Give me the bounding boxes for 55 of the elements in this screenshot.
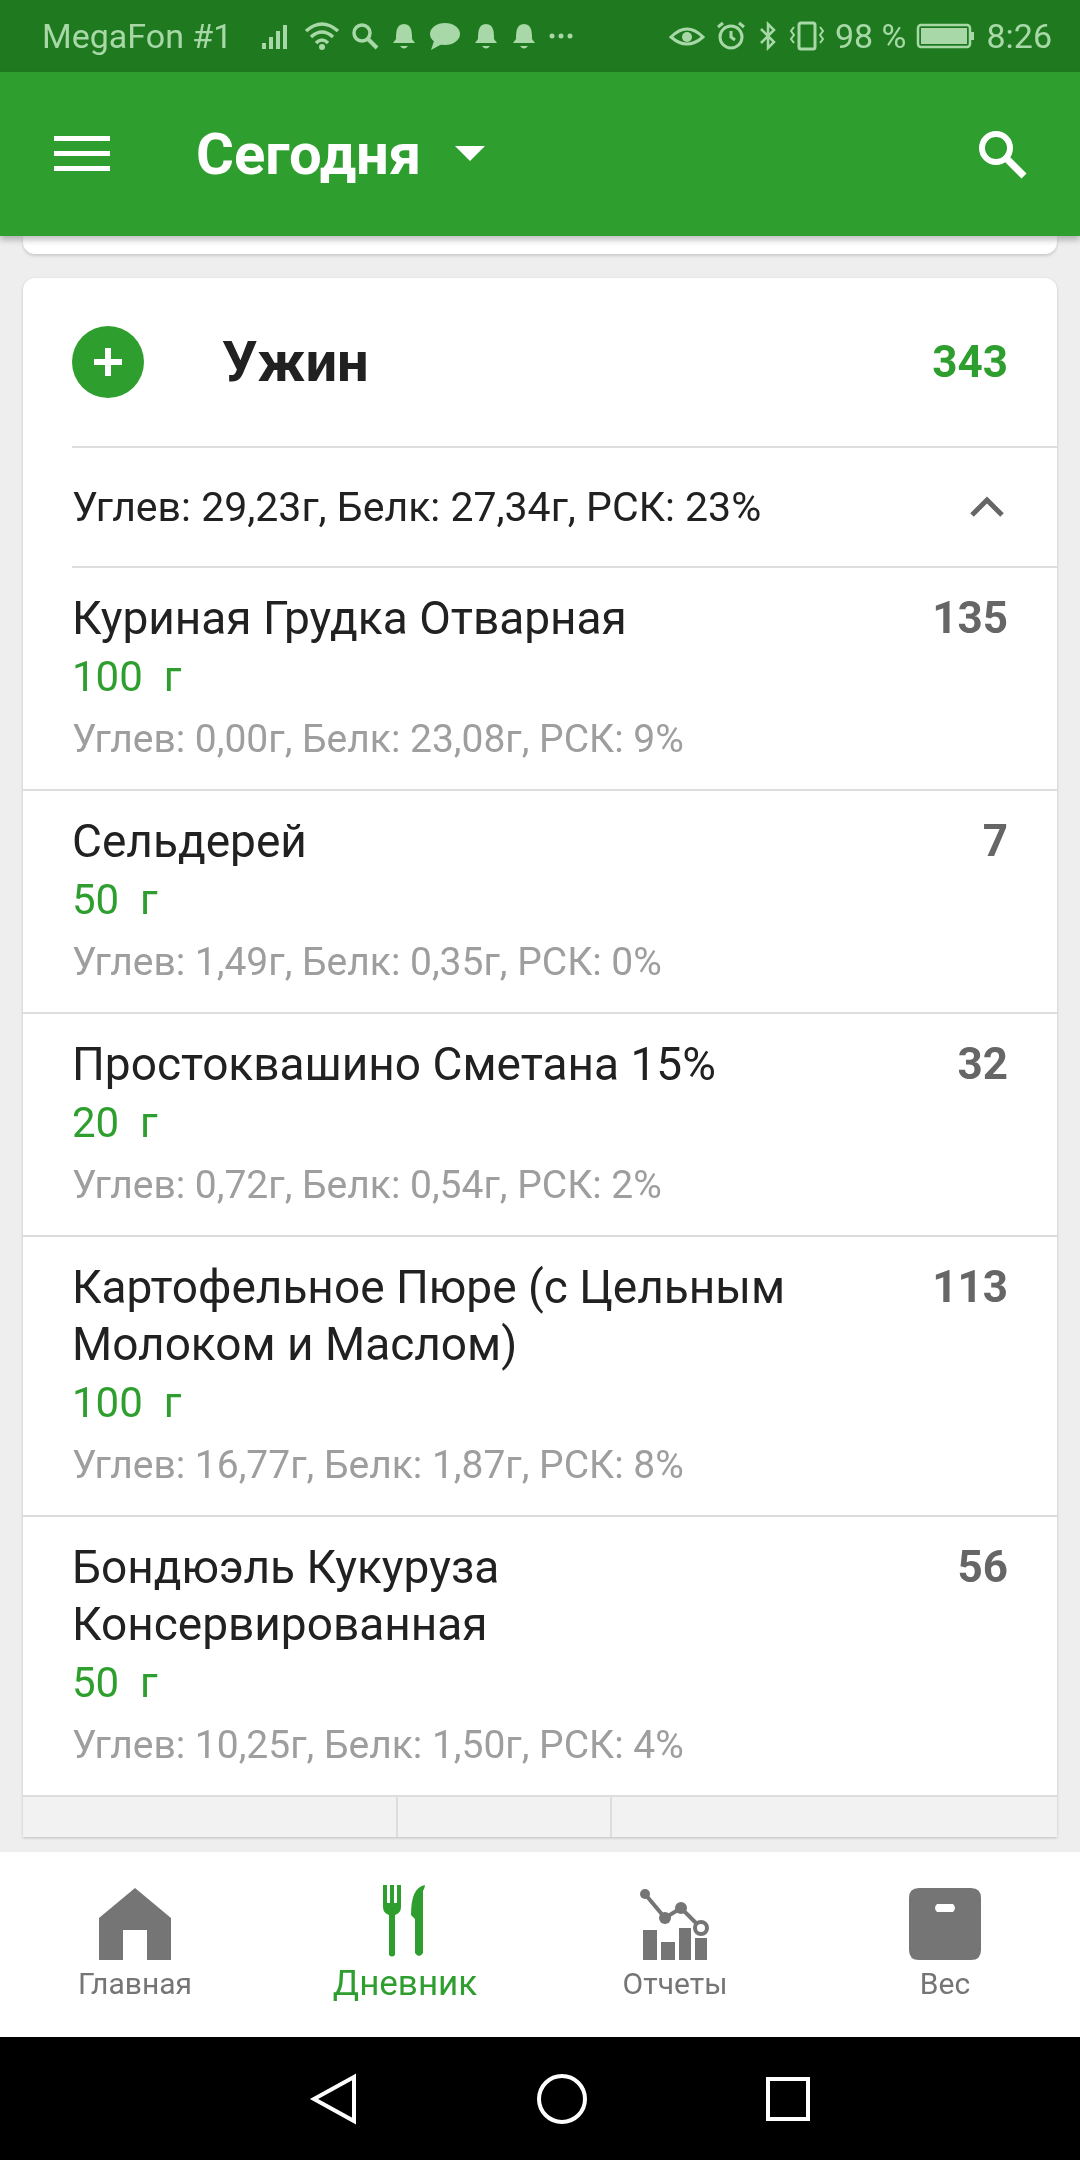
house-icon — [99, 1888, 171, 1960]
meal-calories: 343 — [932, 336, 1008, 388]
food-item[interactable]: Простоквашино Сметана 15% 20 г Углев: 0,72г, Белк: 0,54г, РСК: 2% 32 — [23, 1014, 1057, 1237]
food-amount: 50 г — [72, 874, 159, 926]
chart-icon — [639, 1888, 711, 1960]
nav-label: Отчеты — [622, 1966, 728, 2001]
food-calories: 56 — [957, 1540, 1008, 1595]
battery-percent: 98 % — [834, 16, 907, 56]
nav-tab[interactable]: Главная — [0, 1852, 270, 2037]
search-icon — [350, 21, 381, 51]
food-name: Сельдерей — [72, 813, 308, 870]
carrier-name: MegaFon #1 — [42, 16, 233, 56]
clock: 8:26 — [986, 16, 1052, 56]
food-name: Простоквашино Сметана 15% — [72, 1036, 717, 1093]
food-macros: Углев: 1,49г, Белк: 0,35г, РСК: 0% — [72, 938, 663, 987]
nav-tab[interactable]: Вес — [810, 1852, 1080, 2037]
chat-icon — [428, 21, 463, 51]
nav-label: Вес — [919, 1966, 971, 2001]
food-amount: 50 г — [72, 1657, 159, 1709]
dropdown-icon[interactable] — [455, 146, 486, 162]
vibrate-icon — [788, 21, 825, 51]
food-calories: 32 — [957, 1037, 1008, 1092]
food-name: Куриная Грудка Отварная — [72, 590, 628, 647]
scale-icon — [909, 1888, 981, 1960]
food-calories: 135 — [932, 591, 1008, 646]
food-amount: 100 г — [72, 1377, 183, 1429]
wifi-icon — [304, 21, 341, 51]
food-amount: 100 г — [72, 651, 183, 703]
food-amount: 20 г — [72, 1097, 159, 1149]
food-calories: 113 — [932, 1260, 1008, 1315]
food-item[interactable]: Куриная Грудка Отварная 100 г Углев: 0,00г, Белк: 23,08г, РСК: 9% 135 — [23, 568, 1057, 791]
food-item[interactable]: Картофельное Пюре (с Цельным Молоком и Маслом) 100 г Углев: 16,77г, Белк: 1,87г, РСК: 8% 113 — [23, 1237, 1057, 1517]
battery-icon — [916, 21, 977, 51]
alarm-icon — [714, 21, 747, 51]
recents-icon[interactable] — [765, 2075, 812, 2122]
food-calories: 7 — [982, 814, 1008, 869]
food-item[interactable]: Сельдерей 50 г Углев: 1,49г, Белк: 0,35г, РСК: 0% 7 — [23, 791, 1057, 1014]
meal-title: Ужин — [222, 329, 370, 395]
nav-tab[interactable]: Отчеты — [540, 1852, 810, 2037]
home-icon[interactable] — [536, 2072, 588, 2125]
food-macros: Углев: 10,25г, Белк: 1,50г, РСК: 4% — [72, 1721, 685, 1770]
food-macros: Углев: 16,77г, Белк: 1,87г, РСК: 8% — [72, 1441, 685, 1490]
food-name: Бондюэль Кукуруза Консервированная — [72, 1539, 501, 1653]
food-name: Картофельное Пюре (с Цельным Молоком и Маслом) — [72, 1259, 787, 1373]
meal-summary: Углев: 29,23г, Белк: 27,34г, РСК: 23% — [72, 483, 763, 531]
more-icon — [548, 33, 575, 39]
add-icon[interactable] — [72, 326, 144, 398]
back-icon[interactable] — [308, 2072, 359, 2125]
search-icon[interactable] — [976, 128, 1028, 180]
nav-label: Дневник — [332, 1963, 478, 2004]
nav-label: Главная — [77, 1966, 193, 2001]
food-macros: Углев: 0,00г, Белк: 23,08г, РСК: 9% — [72, 715, 685, 764]
menu-icon[interactable] — [54, 134, 110, 174]
food-macros: Углев: 0,72г, Белк: 0,54г, РСК: 2% — [72, 1161, 663, 1210]
collapse-icon[interactable] — [969, 496, 1005, 518]
